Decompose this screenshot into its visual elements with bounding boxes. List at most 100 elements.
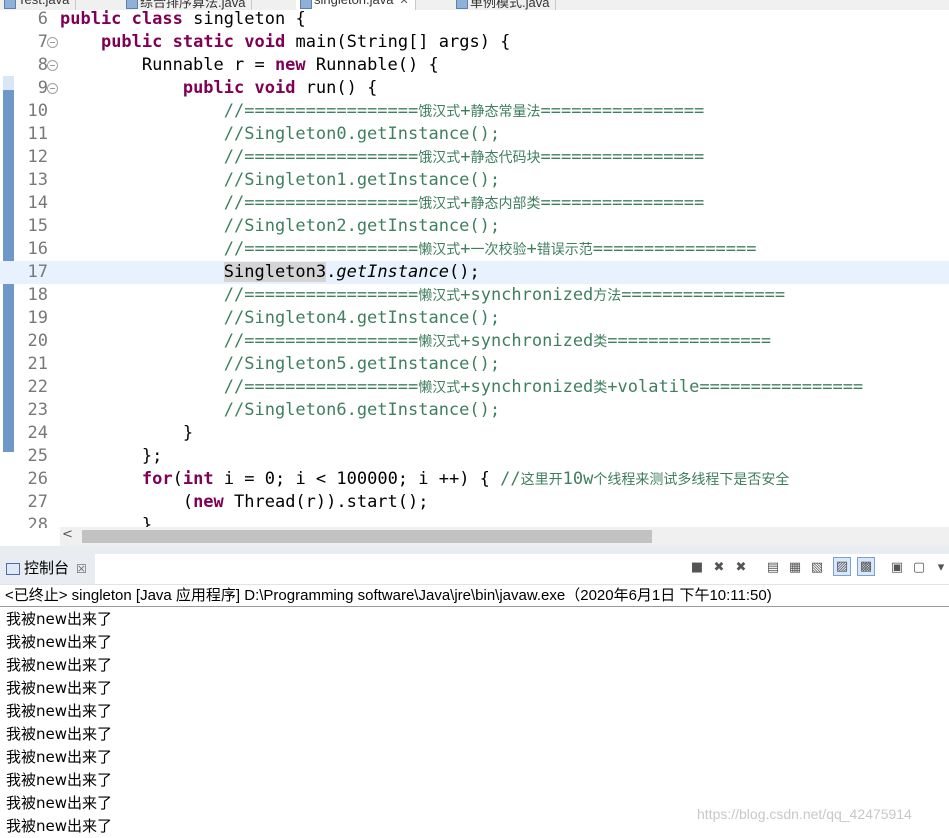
open-console-icon[interactable]: ▢ xyxy=(911,559,927,576)
terminate-icon[interactable]: ■ xyxy=(689,559,705,576)
tab-console[interactable]: 控制台 ☒ xyxy=(0,554,95,584)
code-line[interactable]: 18 //=================懒汉式+synchronized方法… xyxy=(0,284,949,307)
code-text[interactable]: //=================饿汉式+静态常量法============… xyxy=(60,100,704,124)
code-line[interactable]: 23 //Singleton6.getInstance(); xyxy=(0,399,949,422)
show-console-on-error-icon[interactable]: ▨ xyxy=(833,557,851,576)
java-file-icon xyxy=(126,0,138,9)
line-number: 26 xyxy=(27,469,48,489)
code-line[interactable]: 6 public class singleton { xyxy=(0,10,949,31)
code-text[interactable]: for(int i = 0; i < 100000; i ++) { //这里开… xyxy=(60,468,789,492)
code-line[interactable]: 22 //=================懒汉式+synchronized类+… xyxy=(0,376,949,399)
code-line[interactable]: 12 //=================饿汉式+静态代码块=========… xyxy=(0,146,949,169)
code-line[interactable]: 10 //=================饿汉式+静态常量法=========… xyxy=(0,100,949,123)
code-line[interactable]: 19 //Singleton4.getInstance(); xyxy=(0,307,949,330)
code-text[interactable]: (new Thread(r)).start(); xyxy=(60,491,429,514)
remove-launch-icon[interactable]: ✖ xyxy=(711,559,727,576)
line-number: 16 xyxy=(27,239,48,259)
code-line[interactable]: 13 //Singleton1.getInstance(); xyxy=(0,169,949,192)
code-line[interactable]: 17 Singleton3.getInstance(); xyxy=(0,261,949,284)
code-text[interactable]: public static void main(String[] args) { xyxy=(60,31,510,54)
code-text[interactable]: public void run() { xyxy=(60,77,378,100)
console-output-line: 我被new出来了 xyxy=(6,771,113,789)
line-number: 8 xyxy=(37,55,48,75)
line-number: 28 xyxy=(27,515,48,528)
close-icon[interactable]: ☒ xyxy=(76,554,87,584)
code-text[interactable]: //Singleton1.getInstance(); xyxy=(60,169,500,192)
code-text[interactable]: } xyxy=(60,422,193,445)
line-number: 24 xyxy=(27,423,48,443)
line-number: 27 xyxy=(27,492,48,512)
code-text[interactable]: Singleton3.getInstance(); xyxy=(60,261,480,284)
line-number: 21 xyxy=(27,354,48,374)
horizontal-scrollbar[interactable]: < xyxy=(60,527,949,546)
code-text[interactable]: //Singleton2.getInstance(); xyxy=(60,215,500,238)
code-line[interactable]: 24 } xyxy=(0,422,949,445)
code-text[interactable]: //=================懒汉式+一次校验+错误示范========… xyxy=(60,238,757,262)
line-number: 19 xyxy=(27,308,48,328)
code-text[interactable]: } xyxy=(60,514,152,528)
editor-tab[interactable]: Test.java xyxy=(0,0,77,10)
remove-all-terminated-icon[interactable]: ✖ xyxy=(733,559,749,576)
code-text[interactable]: //=================饿汉式+静态代码块============… xyxy=(60,146,704,170)
console-output-line: 我被new出来了 xyxy=(6,610,113,628)
editor-tab[interactable]: 综合排序算法.java xyxy=(122,0,253,10)
code-line[interactable]: 14 //=================饿汉式+静态内部类=========… xyxy=(0,192,949,215)
editor-tab-label: 综合排序算法.java xyxy=(140,0,246,10)
code-line[interactable]: 25 }; xyxy=(0,445,949,468)
java-file-icon xyxy=(4,0,16,9)
code-line[interactable]: 11 //Singleton0.getInstance(); xyxy=(0,123,949,146)
close-icon[interactable]: ✕ xyxy=(400,0,409,7)
code-line[interactable]: 28 } xyxy=(0,514,949,528)
java-file-icon xyxy=(456,0,468,9)
code-text[interactable]: public class singleton { xyxy=(60,10,306,31)
code-text[interactable]: //=================懒汉式+synchronized类+vol… xyxy=(60,376,863,400)
code-line[interactable]: 21 //Singleton5.getInstance(); xyxy=(0,353,949,376)
watermark: https://blog.csdn.net/qq_42475914 xyxy=(697,806,912,822)
editor-tab[interactable]: singleton.java ✕ xyxy=(296,0,416,10)
code-line[interactable]: 9− public void run() { xyxy=(0,77,949,100)
pin-console-icon[interactable]: ▩ xyxy=(857,557,875,576)
code-line[interactable]: 7− public static void main(String[] args… xyxy=(0,31,949,54)
console-process-status: <已终止> singleton [Java 应用程序] D:\Programmi… xyxy=(0,585,949,607)
code-editor[interactable]: 6 public class singleton {7− public stati… xyxy=(0,10,949,528)
console-output-line: 我被new出来了 xyxy=(6,817,113,835)
code-text[interactable]: //Singleton4.getInstance(); xyxy=(60,307,500,330)
editor-tab[interactable]: 单例模式.java xyxy=(452,0,557,10)
console-icon xyxy=(6,563,20,575)
display-selected-console-icon[interactable]: ▣ xyxy=(889,559,905,576)
console-header: 控制台 ☒ ■ ✖ ✖ ▤ ▦ ▧ ▨ ▩ ▣ ▢ ▾ xyxy=(0,554,949,585)
fold-toggle-icon[interactable]: − xyxy=(47,83,58,94)
console-output-line: 我被new出来了 xyxy=(6,748,113,766)
code-line[interactable]: 16 //=================懒汉式+一次校验+错误示范=====… xyxy=(0,238,949,261)
console-output-line: 我被new出来了 xyxy=(6,725,113,743)
console-output-line: 我被new出来了 xyxy=(6,633,113,651)
word-wrap-icon[interactable]: ▦ xyxy=(787,559,803,576)
scroll-left-icon[interactable]: < xyxy=(62,527,73,542)
line-number: 11 xyxy=(27,124,48,144)
code-line[interactable]: 15 //Singleton2.getInstance(); xyxy=(0,215,949,238)
editor-tab-label: Test.java xyxy=(18,0,69,7)
line-number: 9 xyxy=(37,78,48,98)
code-text[interactable]: //Singleton6.getInstance(); xyxy=(60,399,500,422)
scrollbar-thumb[interactable] xyxy=(82,530,652,543)
code-text[interactable]: }; xyxy=(60,445,162,468)
code-text[interactable]: //=================饿汉式+静态内部类============… xyxy=(60,192,704,216)
line-number: 23 xyxy=(27,400,48,420)
code-line[interactable]: 26 for(int i = 0; i < 100000; i ++) { //… xyxy=(0,468,949,491)
code-line[interactable]: 20 //=================懒汉式+synchronized类=… xyxy=(0,330,949,353)
show-console-on-output-icon[interactable]: ▧ xyxy=(809,559,825,576)
line-number: 12 xyxy=(27,147,48,167)
fold-toggle-icon[interactable]: − xyxy=(47,60,58,71)
code-text[interactable]: //=================懒汉式+synchronized类====… xyxy=(60,330,771,354)
code-text[interactable]: //=================懒汉式+synchronized方法===… xyxy=(60,284,785,308)
code-line[interactable]: 8− Runnable r = new Runnable() { xyxy=(0,54,949,77)
code-text[interactable]: //Singleton0.getInstance(); xyxy=(60,123,500,146)
code-text[interactable]: Runnable r = new Runnable() { xyxy=(60,54,439,77)
code-text[interactable]: //Singleton5.getInstance(); xyxy=(60,353,500,376)
fold-toggle-icon[interactable]: − xyxy=(47,37,58,48)
code-line[interactable]: 27 (new Thread(r)).start(); xyxy=(0,491,949,514)
scroll-lock-icon[interactable]: ▤ xyxy=(765,559,781,576)
panel-separator[interactable] xyxy=(0,546,949,554)
view-menu-icon[interactable]: ▾ xyxy=(933,559,949,576)
console-output-line: 我被new出来了 xyxy=(6,702,113,720)
